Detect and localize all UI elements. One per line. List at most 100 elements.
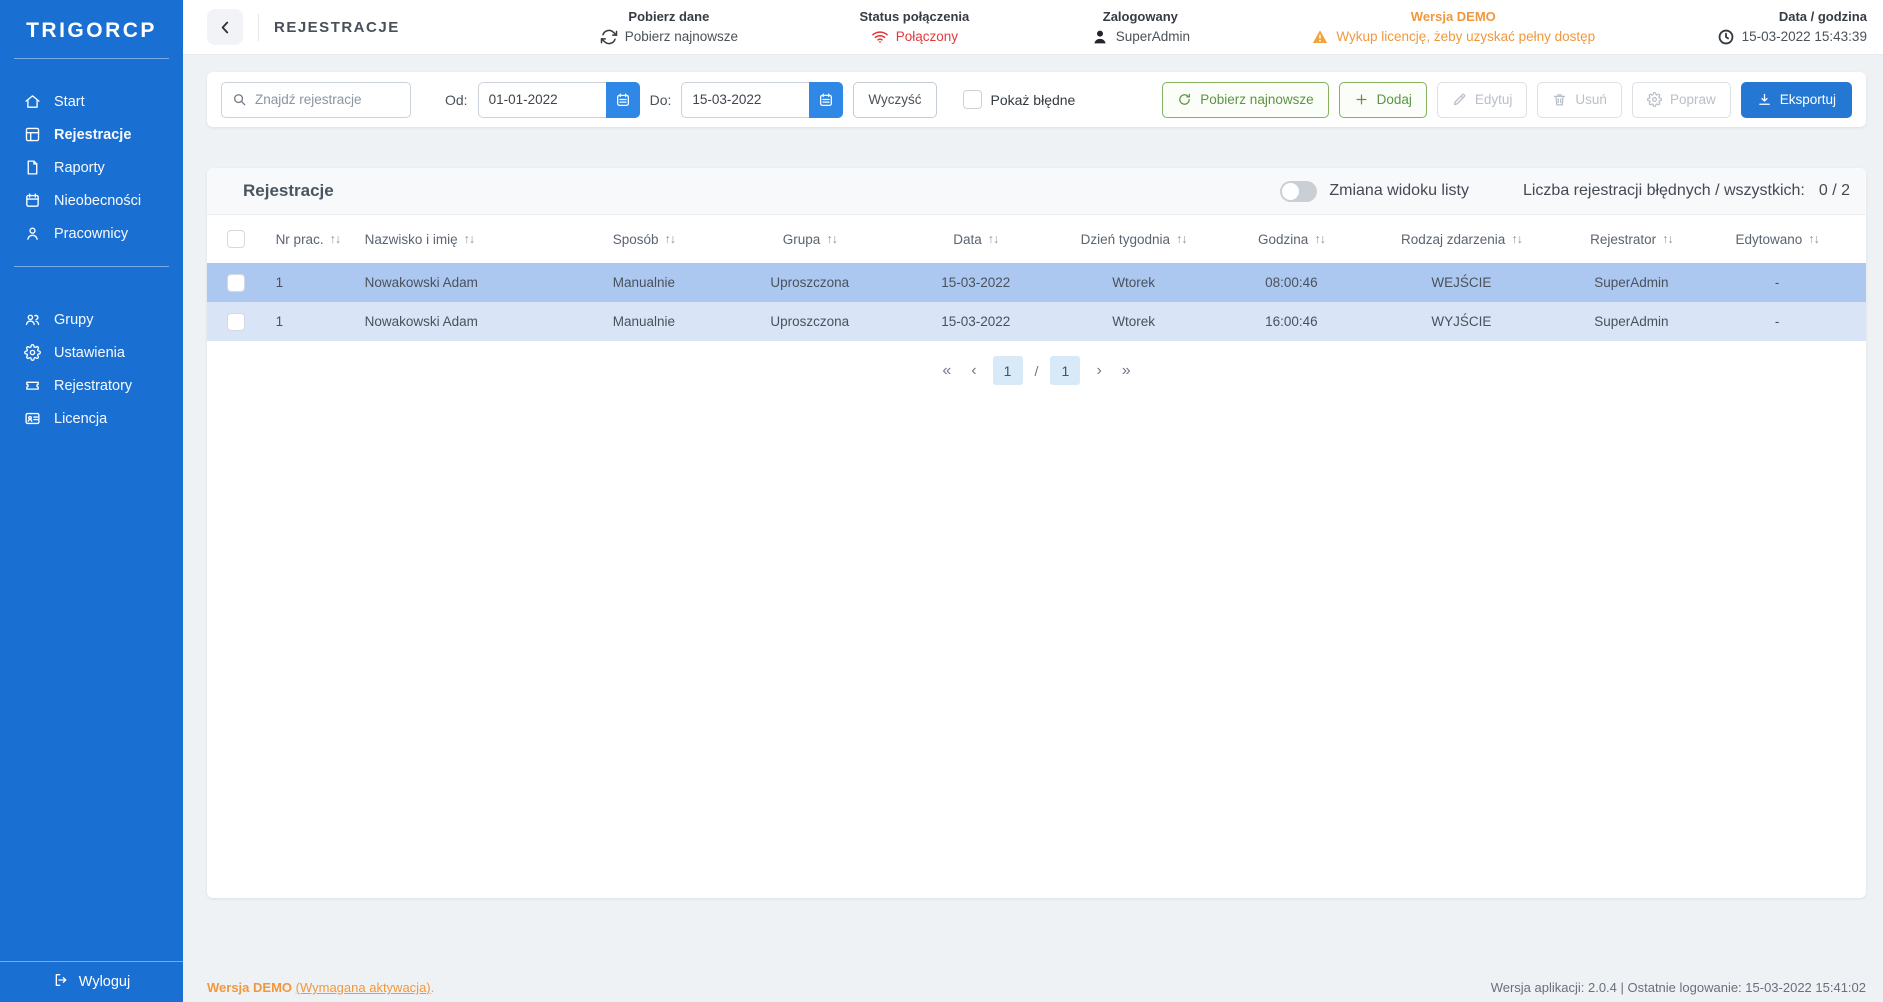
column-header-4[interactable]: Grupa↑↓ [721, 232, 899, 247]
wifi-icon [871, 28, 889, 46]
to-label: Do: [650, 92, 672, 108]
footer-version-info: Wersja aplikacji: 2.0.4 | Ostatnie logow… [1491, 980, 1866, 995]
back-button[interactable] [207, 9, 243, 45]
logout-button[interactable]: Wyloguj [0, 961, 183, 1002]
sidebar-divider [14, 58, 169, 59]
total-pages[interactable]: 1 [1050, 356, 1080, 385]
ticket-icon [24, 377, 41, 394]
column-header-3[interactable]: Sposób↑↓ [567, 232, 721, 247]
download-icon [1757, 92, 1772, 107]
current-page[interactable]: 1 [993, 356, 1023, 385]
sort-icon: ↑↓ [1662, 232, 1673, 246]
edit-button[interactable]: Edytuj [1437, 82, 1528, 118]
logout-icon [53, 972, 69, 992]
fetch-latest-header-action[interactable]: Pobierz najnowsze [600, 28, 738, 46]
from-label: Od: [445, 92, 468, 108]
panel-header: Rejestracje Zmiana widoku listy Liczba r… [207, 168, 1866, 215]
show-errors-checkbox-group[interactable]: Pokaż błędne [963, 90, 1076, 109]
column-header-1[interactable]: Nr prac.↑↓ [276, 232, 365, 247]
fetch-latest-button[interactable]: Pobierz najnowsze [1162, 82, 1328, 118]
pencil-icon [1452, 92, 1467, 107]
sort-icon: ↑↓ [464, 232, 475, 246]
error-counter: Liczba rejestracji błędnych / wszystkich… [1523, 182, 1850, 200]
date-to-input[interactable] [681, 82, 809, 118]
refresh-circle-icon [1177, 92, 1192, 107]
clear-button[interactable]: Wyczyść [853, 82, 936, 118]
show-errors-checkbox[interactable] [963, 90, 982, 109]
cell: WYJŚCIE [1368, 314, 1554, 329]
cell: Wtorek [1053, 314, 1215, 329]
date-to-group [681, 82, 843, 118]
cell: Wtorek [1053, 275, 1215, 290]
footer-demo-notice: Wersja DEMO (Wymagana aktywacja). [207, 980, 434, 995]
sort-icon: ↑↓ [826, 232, 837, 246]
cell: WEJŚCIE [1368, 275, 1554, 290]
column-header-8[interactable]: Rodzaj zdarzenia↑↓ [1368, 232, 1554, 247]
table-row[interactable]: 1Nowakowski AdamManualnieUproszczona15-0… [207, 263, 1866, 302]
date-from-group [478, 82, 640, 118]
sort-icon: ↑↓ [1808, 232, 1819, 246]
filter-bar: Od: Do: Wyczyść Pokaż błędne [207, 72, 1866, 127]
sort-icon: ↑↓ [665, 232, 676, 246]
prev-page-button[interactable]: ‹ [967, 360, 980, 382]
date-from-calendar-button[interactable] [606, 82, 640, 118]
sidebar-item-nieobecno-ci[interactable]: Nieobecności [0, 184, 183, 217]
cell: SuperAdmin [1555, 314, 1709, 329]
sort-icon: ↑↓ [1314, 232, 1325, 246]
column-header-10[interactable]: Edytowano↑↓ [1708, 232, 1846, 247]
search-input[interactable] [255, 92, 400, 107]
select-all-checkbox[interactable] [227, 230, 245, 248]
registrations-panel: Rejestracje Zmiana widoku listy Liczba r… [207, 168, 1866, 898]
column-header-9[interactable]: Rejestrator↑↓ [1555, 232, 1709, 247]
sidebar-item-licencja[interactable]: Licencja [0, 402, 183, 435]
sidebar-item-raporty[interactable]: Raporty [0, 151, 183, 184]
column-header-5[interactable]: Data↑↓ [899, 232, 1053, 247]
cell: Manualnie [567, 314, 721, 329]
show-errors-label: Pokaż błędne [991, 92, 1076, 108]
sidebar-item-pracownicy[interactable]: Pracownicy [0, 217, 183, 250]
cell: 1 [276, 275, 365, 290]
connection-status: Status połączenia Połączony [859, 9, 969, 46]
buy-license-link[interactable]: Wykup licencję, żeby uzyskać pełny dostę… [1311, 28, 1595, 46]
first-page-button[interactable]: « [938, 360, 955, 382]
sidebar-item-ustawienia[interactable]: Ustawienia [0, 336, 183, 369]
fix-button[interactable]: Popraw [1632, 82, 1731, 118]
column-header-2[interactable]: Nazwisko i imię↑↓ [365, 232, 567, 247]
sidebar: TRIGORCP StartRejestracjeRaportyNieobecn… [0, 0, 183, 1002]
sidebar-item-rejestracje[interactable]: Rejestracje [0, 118, 183, 151]
people-icon [24, 311, 41, 328]
table-row[interactable]: 1Nowakowski AdamManualnieUproszczona15-0… [207, 302, 1866, 341]
delete-button[interactable]: Usuń [1537, 82, 1622, 118]
last-page-button[interactable]: » [1118, 360, 1135, 382]
export-button[interactable]: Eksportuj [1741, 82, 1852, 118]
cell: 15-03-2022 [899, 314, 1053, 329]
list-view-toggle-group: Zmiana widoku listy [1280, 181, 1469, 202]
footer-demo-label: Wersja DEMO [207, 980, 292, 995]
sort-icon: ↑↓ [1511, 232, 1522, 246]
page-title: REJESTRACJE [274, 19, 400, 36]
add-button[interactable]: Dodaj [1339, 82, 1427, 118]
table-body: 1Nowakowski AdamManualnieUproszczona15-0… [207, 263, 1866, 341]
row-checkbox[interactable] [227, 274, 245, 292]
sidebar-item-start[interactable]: Start [0, 85, 183, 118]
page-separator: / [1035, 363, 1039, 379]
search-box [221, 82, 411, 118]
list-view-toggle[interactable] [1280, 181, 1317, 202]
sidebar-item-rejestratory[interactable]: Rejestratory [0, 369, 183, 402]
refresh-icon [600, 28, 618, 46]
date-to-calendar-button[interactable] [809, 82, 843, 118]
activation-link[interactable]: (Wymagana aktywacja) [296, 980, 431, 995]
counter-value: 0 / 2 [1819, 182, 1850, 200]
column-header-7[interactable]: Godzina↑↓ [1215, 232, 1369, 247]
row-checkbox[interactable] [227, 313, 245, 331]
sidebar-divider [14, 266, 169, 267]
date-from-input[interactable] [478, 82, 606, 118]
next-page-button[interactable]: › [1092, 360, 1105, 382]
person-icon [24, 225, 41, 242]
app-logo: TRIGORCP [0, 0, 183, 58]
document-icon [24, 159, 41, 176]
cell: 1 [276, 314, 365, 329]
sidebar-item-grupy[interactable]: Grupy [0, 303, 183, 336]
logout-label: Wyloguj [79, 974, 130, 990]
column-header-6[interactable]: Dzień tygodnia↑↓ [1053, 232, 1215, 247]
